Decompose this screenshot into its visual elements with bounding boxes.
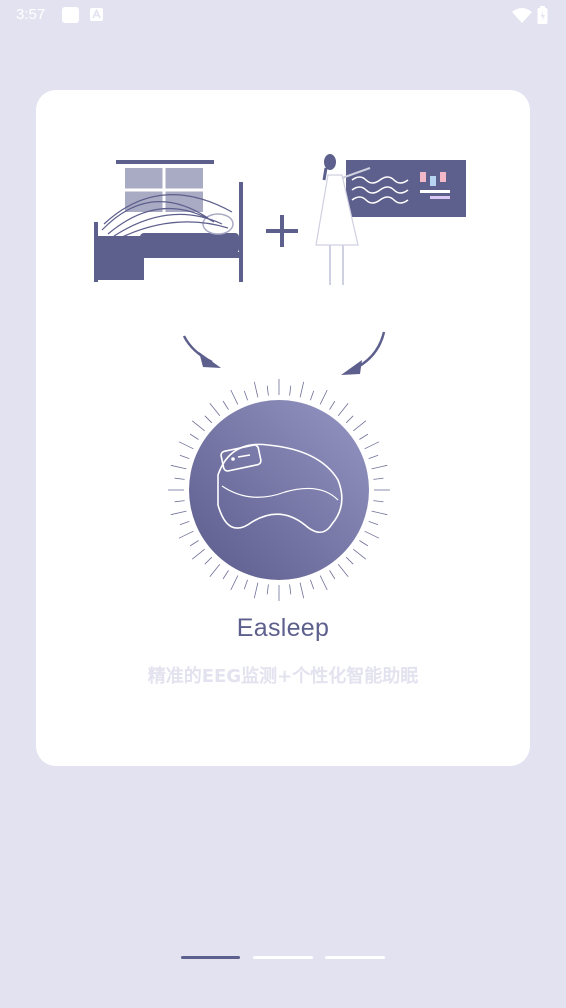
ray-tick	[178, 530, 194, 539]
ray-tick	[243, 390, 248, 401]
ray-tick	[243, 579, 248, 590]
ray-tick	[179, 454, 190, 459]
ray-tick	[364, 530, 380, 539]
arrow-down-left-icon	[341, 331, 386, 375]
ray-tick	[253, 582, 259, 599]
ray-tick	[329, 400, 336, 410]
ray-tick	[174, 477, 185, 480]
ray-tick	[266, 385, 269, 396]
ray-tick	[222, 570, 229, 580]
ray-tick	[373, 477, 384, 480]
tagline-text: 精准的EEG监测+个性化智能助眠	[147, 666, 419, 687]
ray-tick	[253, 381, 259, 398]
ray-tick	[209, 564, 221, 578]
app-name-title: Easleep	[236, 614, 330, 642]
ray-tick	[368, 454, 379, 459]
ray-tick	[191, 420, 205, 432]
ray-tick	[353, 548, 367, 560]
ray-tick	[289, 584, 292, 595]
ray-tick	[310, 579, 315, 590]
ray-tick	[174, 500, 185, 503]
ray-tick	[310, 390, 315, 401]
doctor-analysis-icon	[315, 154, 466, 285]
headband-device-icon	[189, 400, 369, 580]
pager-dot-3[interactable]	[325, 956, 385, 959]
arrow-down-right-icon	[182, 335, 221, 368]
plus-icon	[266, 215, 298, 247]
ray-tick	[222, 400, 229, 410]
onboarding-illustration	[94, 154, 466, 601]
ray-tick	[209, 402, 221, 416]
ray-tick	[353, 420, 367, 432]
ray-tick	[368, 521, 379, 526]
ray-tick	[337, 564, 349, 578]
ray-tick	[191, 548, 205, 560]
ray-tick	[189, 540, 199, 547]
ray-tick	[189, 433, 199, 440]
ray-tick	[204, 415, 213, 424]
ray-tick	[345, 415, 354, 424]
ray-tick	[364, 441, 380, 450]
ray-tick	[319, 389, 328, 405]
ray-tick	[319, 575, 328, 591]
ray-tick	[179, 521, 190, 526]
ray-tick	[329, 570, 336, 580]
bedroom-eeg-icon	[94, 160, 243, 282]
ray-tick	[266, 584, 269, 595]
ray-tick	[178, 441, 194, 450]
pager-dot-1[interactable]	[181, 956, 240, 959]
ray-tick	[299, 582, 305, 599]
ray-tick	[230, 575, 239, 591]
ray-tick	[289, 385, 292, 396]
ray-tick	[170, 464, 187, 470]
ray-tick	[373, 500, 384, 503]
ray-tick	[170, 510, 187, 516]
ray-tick	[359, 540, 369, 547]
ray-tick	[359, 433, 369, 440]
ray-tick	[337, 402, 349, 416]
pager-dot-2[interactable]	[253, 956, 313, 959]
ray-tick	[345, 556, 354, 565]
ray-tick	[371, 510, 388, 516]
ray-tick	[299, 381, 305, 398]
ray-tick	[204, 556, 213, 565]
ray-tick	[230, 389, 239, 405]
ray-tick	[371, 464, 388, 470]
